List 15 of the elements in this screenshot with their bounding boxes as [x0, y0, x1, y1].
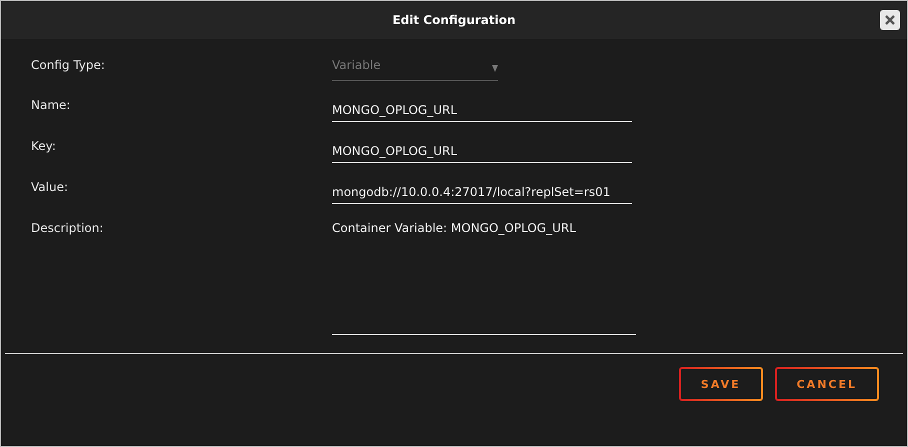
text-field[interactable]: MONGO_OPLOG_URL — [332, 137, 632, 163]
field-label: Description: — [31, 220, 104, 235]
text-field[interactable]: mongodb://10.0.0.4:27017/local?replSet=rs01 — [332, 178, 632, 204]
close-button[interactable] — [880, 10, 900, 30]
field-label: Value: — [31, 179, 69, 194]
dialog-button[interactable]: SAVE — [678, 367, 763, 401]
window-title: Edit Configuration — [392, 13, 516, 27]
text-field[interactable]: MONGO_OPLOG_URL — [332, 96, 632, 122]
field-label: Name: — [31, 97, 72, 112]
description-field[interactable]: Container Variable: MONGO_OPLOG_URL — [332, 219, 636, 335]
field-label: Config Type: — [31, 57, 106, 72]
dialog-button[interactable]: CANCEL — [774, 367, 879, 401]
caret-icon — [492, 65, 498, 72]
close-icon — [885, 15, 895, 25]
field-label: Key: — [31, 138, 57, 153]
